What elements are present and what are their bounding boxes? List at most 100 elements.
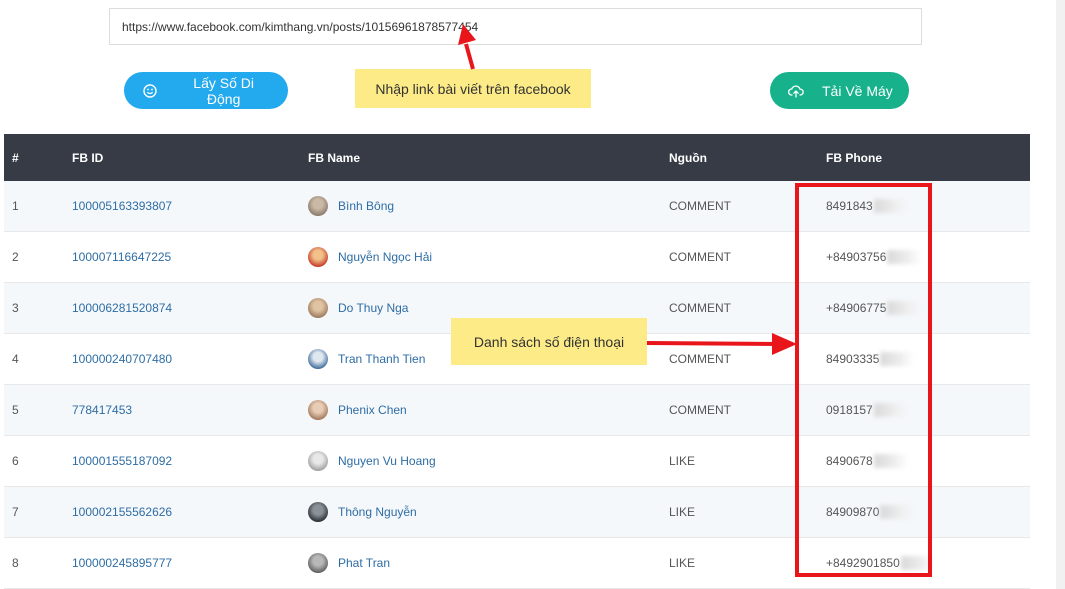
cloud-upload-icon	[770, 84, 822, 98]
phone-cell: +84903756	[826, 231, 1030, 283]
phone-list-note: Danh sách số điện thoại	[451, 318, 647, 365]
phone-number: +84906775	[826, 300, 887, 315]
fb-name-link[interactable]: Bình Bông	[338, 199, 394, 213]
row-number: 1	[4, 181, 72, 232]
fb-name-link[interactable]: Nguyễn Ngọc Hải	[338, 250, 432, 264]
table-row: 5 778417453 Phenix Chen COMMENT 0918157	[4, 384, 1030, 436]
download-button[interactable]: Tải Về Máy	[770, 72, 909, 109]
fb-id-link[interactable]: 778417453	[72, 403, 132, 417]
avatar	[308, 502, 328, 522]
phone-list-text: Danh sách số điện thoại	[473, 333, 625, 350]
row-number: 5	[4, 384, 72, 436]
row-number: 6	[4, 435, 72, 487]
phone-redaction	[873, 403, 908, 418]
row-number: 4	[4, 333, 72, 385]
fb-name-link[interactable]: Phat Tran	[338, 556, 390, 570]
phone-number: 84909870	[826, 504, 880, 519]
page-scrollbar[interactable]	[1056, 0, 1065, 589]
phone-redaction	[873, 454, 908, 469]
fb-name-cell: Bình Bông	[308, 181, 669, 232]
phone-redaction	[880, 352, 915, 367]
phone-redaction	[900, 556, 935, 571]
phone-number: +8492901850	[826, 555, 900, 570]
phone-redaction	[887, 301, 922, 316]
fb-name-link[interactable]: Nguyen Vu Hoang	[338, 454, 436, 468]
get-phone-button[interactable]: Lấy Số Di Động	[124, 72, 288, 109]
source-cell: LIKE	[669, 537, 826, 589]
table-row: 8 100000245895777 Phat Tran LIKE +8492901850	[4, 537, 1030, 589]
fb-name-link[interactable]: Thông Nguyễn	[338, 505, 417, 519]
avatar	[308, 400, 328, 420]
row-number: 3	[4, 282, 72, 334]
row-number: 8	[4, 537, 72, 589]
col-header-num: #	[12, 150, 19, 165]
fb-name-link[interactable]: Phenix Chen	[338, 403, 407, 417]
avatar	[308, 349, 328, 369]
phone-number: +84903756	[826, 249, 887, 264]
fb-name-link[interactable]: Do Thuy Nga	[338, 301, 408, 315]
avatar	[308, 298, 328, 318]
col-header-fb-id: FB ID	[72, 150, 104, 165]
phone-cell: 8491843	[826, 181, 1030, 232]
fb-id-cell: 100000245895777	[72, 537, 308, 589]
table-row: 2 100007116647225 Nguyễn Ngọc Hải COMMENT +8…	[4, 231, 1030, 283]
phone-number: 0918157	[826, 402, 873, 417]
fb-id-cell: 100006281520874	[72, 282, 308, 334]
phone-cell: 84909870	[826, 486, 1030, 538]
link-instruction-note: Nhập link bài viết trên facebook	[355, 69, 591, 108]
table-row: 6 100001555187092 Nguyen Vu Hoang LIKE 84906…	[4, 435, 1030, 487]
fb-name-cell: Phat Tran	[308, 537, 669, 589]
fb-name-cell: Nguyễn Ngọc Hải	[308, 231, 669, 283]
row-number: 2	[4, 231, 72, 283]
avatar	[308, 247, 328, 267]
col-header-fb-name: FB Name	[308, 150, 361, 165]
avatar	[308, 196, 328, 216]
phone-redaction	[887, 250, 922, 265]
phone-redaction	[880, 505, 915, 520]
col-header-phone: FB Phone	[826, 150, 882, 165]
phone-cell: +8492901850	[826, 537, 1030, 589]
fb-id-cell: 100001555187092	[72, 435, 308, 487]
source-cell: COMMENT	[669, 231, 826, 283]
table-row: 1 100005163393807 Bình Bông COMMENT 8491843	[4, 181, 1030, 232]
source-cell: COMMENT	[669, 181, 826, 232]
table-header-row: # FB ID FB Name Nguồn FB Phone	[4, 134, 1030, 181]
phone-number: 84903335	[826, 351, 880, 366]
fb-id-link[interactable]: 100002155562626	[72, 505, 172, 519]
phone-cell: 8490678	[826, 435, 1030, 487]
fb-id-cell: 100002155562626	[72, 486, 308, 538]
fb-id-cell: 778417453	[72, 384, 308, 436]
col-header-source: Nguồn	[669, 150, 707, 165]
fb-id-link[interactable]: 100001555187092	[72, 454, 172, 468]
fb-name-cell: Nguyen Vu Hoang	[308, 435, 669, 487]
fb-name-cell: Phenix Chen	[308, 384, 669, 436]
get-phone-label: Lấy Số Di Động	[193, 74, 254, 107]
download-label: Tải Về Máy	[822, 82, 893, 99]
phone-number: 8491843	[826, 198, 873, 213]
fb-id-link[interactable]: 100000240707480	[72, 352, 172, 366]
phone-number: 8490678	[826, 453, 873, 468]
source-cell: LIKE	[669, 435, 826, 487]
phone-redaction	[873, 199, 908, 214]
fb-name-link[interactable]: Tran Thanh Tien	[338, 352, 425, 366]
fb-id-link[interactable]: 100005163393807	[72, 199, 172, 213]
fb-name-cell: Thông Nguyễn	[308, 486, 669, 538]
phone-cell: +84906775	[826, 282, 1030, 334]
fb-id-cell: 100000240707480	[72, 333, 308, 385]
table-row: 7 100002155562626 Thông Nguyễn LIKE 84909870	[4, 486, 1030, 538]
fb-id-cell: 100005163393807	[72, 181, 308, 232]
source-cell: COMMENT	[669, 384, 826, 436]
link-instruction-text: Nhập link bài viết trên facebook	[375, 80, 571, 97]
smile-icon	[124, 83, 175, 98]
phone-cell: 0918157	[826, 384, 1030, 436]
fb-id-link[interactable]: 100007116647225	[72, 250, 171, 264]
post-url-input[interactable]	[109, 8, 922, 45]
source-cell: LIKE	[669, 486, 826, 538]
fb-id-link[interactable]: 100000245895777	[72, 556, 172, 570]
avatar	[308, 451, 328, 471]
row-number: 7	[4, 486, 72, 538]
fb-id-link[interactable]: 100006281520874	[72, 301, 172, 315]
source-cell: COMMENT	[669, 282, 826, 334]
phone-cell: 84903335	[826, 333, 1030, 385]
fb-id-cell: 100007116647225	[72, 231, 308, 283]
